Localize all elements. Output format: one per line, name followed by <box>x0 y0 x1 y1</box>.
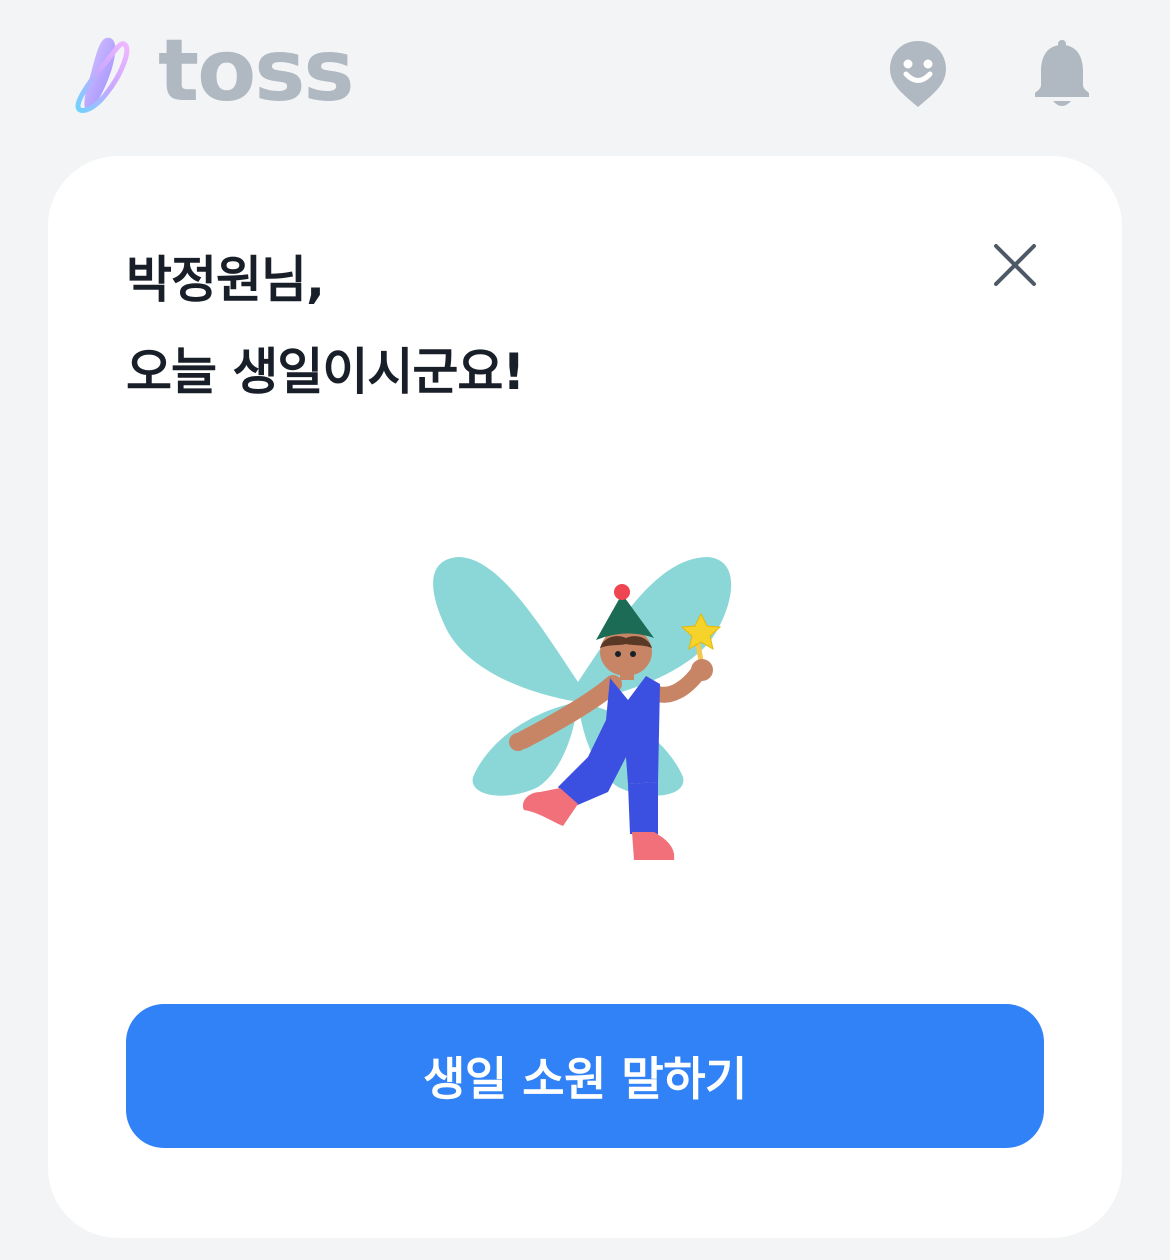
title-line-2: 오늘 생일이시군요! <box>126 343 525 401</box>
fairy-wing-left <box>433 557 578 702</box>
title-line-1: 박정원님, <box>126 251 325 309</box>
face-pin-icon <box>890 41 946 107</box>
close-icon <box>994 244 1036 286</box>
bell-icon-button[interactable] <box>1030 38 1094 110</box>
birthday-card: 박정원님, 오늘 생일이시군요! 생일 소원 말하기 <box>48 156 1122 1238</box>
logo-wordmark: toss <box>158 21 355 121</box>
card-title: 박정원님, 오늘 생일이시군요! <box>126 234 525 418</box>
birthday-wish-button[interactable]: 생일 소원 말하기 <box>126 1004 1044 1148</box>
birthday-fairy-illustration <box>433 557 732 860</box>
toss-logo[interactable]: toss <box>72 21 355 121</box>
fairy-shoe-right <box>632 832 675 860</box>
hat-pompom <box>614 584 630 600</box>
bell-icon <box>1035 40 1089 106</box>
toss-logo-mark-icon <box>75 37 130 113</box>
face-pin-icon-button[interactable] <box>886 38 950 110</box>
top-bar: toss <box>0 0 1170 150</box>
close-button[interactable] <box>986 236 1044 294</box>
